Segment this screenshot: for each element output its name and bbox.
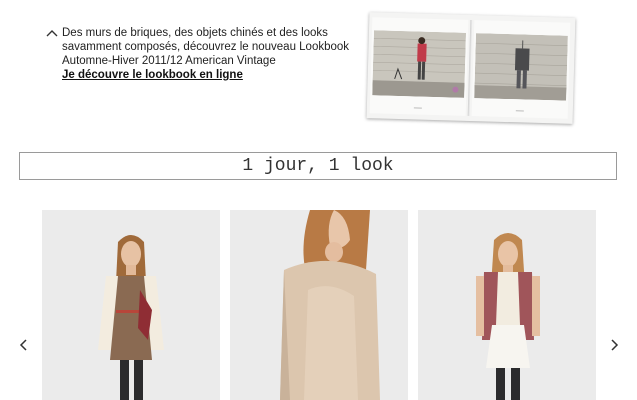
lookbook-page-right <box>471 20 571 119</box>
chevron-right-icon[interactable] <box>608 337 620 353</box>
lookbook-page-left <box>369 17 469 116</box>
chevron-up-icon <box>46 30 58 37</box>
look-photo-2[interactable] <box>230 210 408 400</box>
promo-description: Des murs de briques, des objets chinés e… <box>62 27 350 67</box>
section-title: 1 jour, 1 look <box>19 152 617 180</box>
chevron-left-icon[interactable] <box>18 337 30 353</box>
lookbook-link[interactable]: Je découvre le lookbook en ligne <box>62 69 243 81</box>
lookbook-image[interactable] <box>366 12 576 124</box>
look-photo-3[interactable] <box>418 210 596 400</box>
look-photo-1[interactable] <box>42 210 220 400</box>
